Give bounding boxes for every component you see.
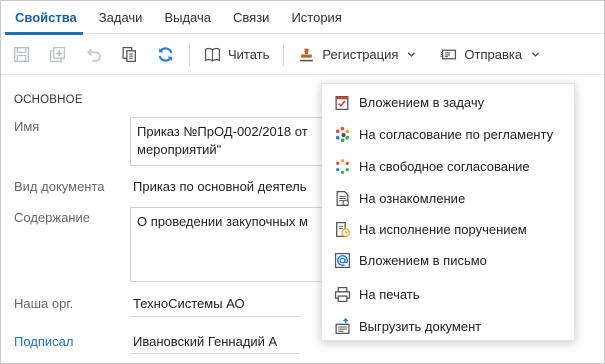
menu-item-label: Вложением в письмо xyxy=(359,252,487,268)
menu-item-export-document[interactable]: Выгрузить документ xyxy=(322,311,574,341)
toolbar: Читать Регистрация Отправка xyxy=(1,35,604,75)
signed-by-link[interactable]: Подписал xyxy=(14,334,74,349)
save-button[interactable] xyxy=(3,39,39,71)
menu-item-label: На печать xyxy=(359,286,420,302)
menu-item-label: На ознакомление xyxy=(359,190,466,206)
read-label: Читать xyxy=(228,47,270,62)
name-field[interactable]: Приказ №ПрОД-002/2018 от мероприятий" xyxy=(130,117,330,166)
copy-icon xyxy=(121,46,136,63)
read-button[interactable]: Читать xyxy=(196,39,277,71)
undo-button[interactable] xyxy=(75,39,111,71)
stamp-icon xyxy=(300,48,314,62)
menu-item-label: На согласование по регламенту xyxy=(359,126,554,142)
export-document-icon xyxy=(333,317,351,335)
section-title: ОСНОВНОЕ xyxy=(14,94,83,106)
menu-item-execution-order[interactable]: На исполнение поручением xyxy=(322,214,574,244)
our-org-value[interactable]: ТехноСистемы АО xyxy=(133,296,245,311)
save-copy-icon xyxy=(49,46,65,63)
undo-icon xyxy=(86,48,101,62)
name-value-line1: Приказ №ПрОД-002/2018 от xyxy=(137,124,308,139)
menu-item-label: На исполнение поручением xyxy=(359,221,527,237)
tab-links[interactable]: Связи xyxy=(222,1,280,34)
task-checkbox-icon xyxy=(333,93,351,111)
save-and-close-button[interactable] xyxy=(39,39,75,71)
document-type-value[interactable]: Приказ по основной деятель xyxy=(133,179,307,194)
signed-by-value[interactable]: Ивановский Геннадий А xyxy=(133,334,277,349)
our-org-label: Наша орг. xyxy=(14,296,74,311)
tab-issuance[interactable]: Выдача xyxy=(153,1,222,34)
tab-history[interactable]: История xyxy=(280,1,352,34)
email-at-icon xyxy=(333,251,351,269)
chevron-down-icon xyxy=(408,52,416,57)
open-book-icon xyxy=(204,47,221,62)
menu-item-attach-to-email[interactable]: Вложением в письмо xyxy=(322,245,574,275)
menu-item-regulated-approval[interactable]: На согласование по регламенту xyxy=(322,119,574,149)
send-menu: Вложением в задачу На согласование по ре… xyxy=(321,83,575,341)
signed-by-underline xyxy=(130,353,300,354)
send-envelope-icon xyxy=(440,49,457,60)
document-type-label: Вид документа xyxy=(14,179,105,194)
menu-item-print[interactable]: На печать xyxy=(322,279,574,309)
save-icon xyxy=(13,46,29,63)
tab-bar: Свойства Задачи Выдача Связи История xyxy=(1,1,604,35)
refresh-icon xyxy=(158,47,172,62)
content-field[interactable]: О проведении закупочных м xyxy=(130,207,330,282)
content-label: Содержание xyxy=(14,210,90,225)
familiarization-icon xyxy=(333,189,351,207)
approval-regulation-icon xyxy=(333,125,351,143)
send-dropdown[interactable]: Отправка xyxy=(432,39,548,71)
free-approval-icon xyxy=(333,157,351,175)
refresh-button[interactable] xyxy=(147,39,183,71)
execution-order-icon xyxy=(333,220,351,238)
menu-item-label: На свободное согласование xyxy=(359,158,530,174)
menu-item-attach-to-task[interactable]: Вложением в задачу xyxy=(322,87,574,117)
content-value: О проведении закупочных м xyxy=(137,214,308,229)
send-label: Отправка xyxy=(464,47,523,62)
copy-button[interactable] xyxy=(111,39,147,71)
menu-item-label: Выгрузить документ xyxy=(359,318,482,334)
name-value-line2: мероприятий" xyxy=(137,142,222,157)
toolbar-divider xyxy=(283,43,285,66)
toolbar-divider xyxy=(189,43,190,66)
menu-item-label: Вложением в задачу xyxy=(359,94,485,110)
menu-item-free-approval[interactable]: На свободное согласование xyxy=(322,151,574,181)
registration-label: Регистрация xyxy=(322,47,399,62)
our-org-underline xyxy=(130,316,300,317)
name-label: Имя xyxy=(14,119,40,134)
chevron-down-icon xyxy=(531,52,540,57)
document-card-window: Свойства Задачи Выдача Связи История Чит… xyxy=(0,0,605,364)
registration-dropdown[interactable]: Регистрация xyxy=(290,39,424,71)
tab-tasks[interactable]: Задачи xyxy=(88,1,154,34)
tab-properties[interactable]: Свойства xyxy=(1,1,88,35)
menu-item-familiarization[interactable]: На ознакомление xyxy=(322,183,574,213)
printer-icon xyxy=(333,285,351,303)
